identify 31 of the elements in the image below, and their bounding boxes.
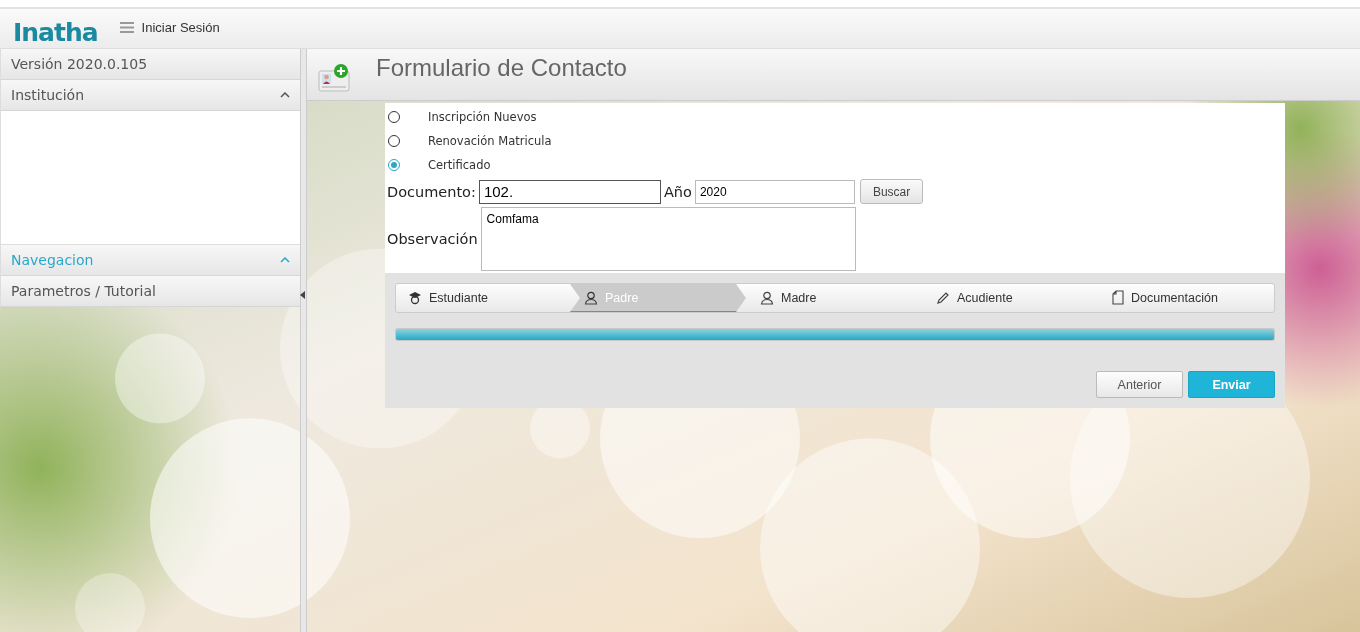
sidebar-item[interactable]: Parametros / Tutorial — [1, 276, 300, 307]
version-label: Versión 2020.0.105 — [1, 49, 300, 80]
splitter-handle[interactable] — [300, 49, 307, 632]
wizard-step[interactable]: Documentación — [1098, 284, 1274, 312]
person-icon — [760, 290, 774, 305]
observation-label: Observación — [387, 231, 478, 247]
document-label: Documento: — [387, 183, 476, 200]
wizard-step[interactable]: Acudiente — [922, 284, 1098, 312]
accordion-header[interactable]: Institución — [1, 80, 300, 111]
document-icon — [1112, 290, 1124, 305]
wizard-step[interactable]: Estudiante — [396, 284, 570, 312]
chevron-icon — [280, 92, 290, 98]
pencil-icon — [936, 290, 950, 305]
previous-button[interactable]: Anterior — [1096, 371, 1183, 398]
document-field[interactable]: 102. — [478, 179, 661, 204]
wizard-step[interactable]: Madre — [746, 284, 922, 312]
person-icon — [584, 290, 598, 305]
login-link[interactable]: Iniciar Sesión — [119, 20, 220, 35]
chevron-icon — [280, 257, 290, 263]
contact-add-icon — [318, 62, 350, 93]
radio-option[interactable]: Certificado — [387, 153, 1285, 177]
graduate-icon — [408, 290, 422, 305]
logo: Inatha — [13, 18, 98, 48]
year-label: Año — [663, 183, 692, 200]
menu-icon — [119, 22, 134, 33]
page-title: Formulario de Contacto — [376, 53, 627, 82]
observation-field[interactable]: Comfama — [480, 207, 856, 271]
radio-option[interactable]: Renovación Matricula — [387, 129, 1285, 153]
year-field[interactable]: 2020 — [694, 179, 855, 204]
search-button[interactable]: Buscar — [859, 179, 924, 204]
radio-option[interactable]: Inscripción Nuevos — [387, 105, 1285, 129]
